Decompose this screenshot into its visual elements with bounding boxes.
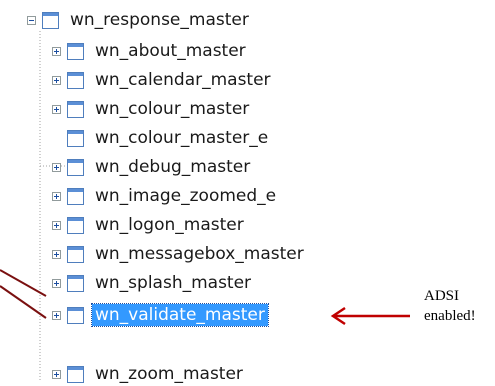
window-icon xyxy=(67,129,84,147)
plus-box-icon[interactable] xyxy=(52,46,61,56)
tree-node-label[interactable]: wn_colour_master_e xyxy=(92,127,271,149)
tree-node-row[interactable]: wn_image_zoomed_e xyxy=(52,184,279,208)
plus-box-icon[interactable] xyxy=(52,104,61,114)
tree-node-row[interactable]: wn_colour_master_e xyxy=(52,126,271,150)
annotation-line-1: ADSI xyxy=(424,288,460,304)
window-icon xyxy=(67,158,84,176)
tree-node-label-selected[interactable]: wn_validate_master xyxy=(91,303,269,327)
adsi-annotation: ADSI enabled! xyxy=(424,286,476,326)
tree-node-label[interactable]: wn_response_master xyxy=(67,9,252,31)
callout-line-lower xyxy=(0,285,47,319)
window-icon xyxy=(67,365,84,383)
tree-view: wn_response_master wn_about_master wn_ca… xyxy=(0,0,495,384)
tree-node-row[interactable]: wn_about_master xyxy=(52,39,249,63)
window-icon xyxy=(67,216,84,234)
tree-node-row[interactable]: wn_colour_master xyxy=(52,97,252,121)
plus-box-icon[interactable] xyxy=(52,162,61,172)
tree-root-row[interactable]: wn_response_master xyxy=(27,8,252,32)
tree-node-label[interactable]: wn_about_master xyxy=(92,40,249,62)
plus-box-icon[interactable] xyxy=(52,278,61,288)
tree-node-label[interactable]: wn_logon_master xyxy=(92,214,247,236)
window-icon xyxy=(67,306,84,324)
callout-line-upper xyxy=(0,269,47,297)
tree-node-row[interactable]: wn_splash_master xyxy=(52,271,254,295)
tree-node-label[interactable]: wn_image_zoomed_e xyxy=(92,185,279,207)
tree-node-row[interactable]: wn_zoom_master xyxy=(52,362,246,386)
tree-node-label[interactable]: wn_splash_master xyxy=(92,272,254,294)
plus-box-icon[interactable] xyxy=(52,369,61,379)
minus-box-icon[interactable] xyxy=(27,15,36,25)
window-icon xyxy=(67,245,84,263)
window-icon xyxy=(67,187,84,205)
plus-box-icon[interactable] xyxy=(52,191,61,201)
tree-node-label[interactable]: wn_calendar_master xyxy=(92,69,274,91)
window-icon xyxy=(67,42,84,60)
plus-box-icon[interactable] xyxy=(52,75,61,85)
leaf-spacer xyxy=(52,134,61,143)
window-icon xyxy=(67,100,84,118)
tree-node-row[interactable]: wn_debug_master xyxy=(52,155,253,179)
tree-node-row-selected[interactable]: wn_validate_master xyxy=(52,303,269,327)
window-icon xyxy=(67,71,84,89)
tree-node-row[interactable]: wn_calendar_master xyxy=(52,68,274,92)
plus-box-icon[interactable] xyxy=(52,249,61,259)
plus-box-icon[interactable] xyxy=(52,220,61,230)
tree-node-label[interactable]: wn_debug_master xyxy=(92,156,253,178)
window-icon xyxy=(67,274,84,292)
tree-node-label[interactable]: wn_messagebox_master xyxy=(92,243,307,265)
annotation-line-2: enabled! xyxy=(424,308,476,324)
tree-node-row[interactable]: wn_logon_master xyxy=(52,213,247,237)
tree-node-row[interactable]: wn_messagebox_master xyxy=(52,242,307,266)
plus-box-icon[interactable] xyxy=(52,310,61,320)
tree-node-label[interactable]: wn_colour_master xyxy=(92,98,252,120)
window-icon xyxy=(42,11,59,29)
